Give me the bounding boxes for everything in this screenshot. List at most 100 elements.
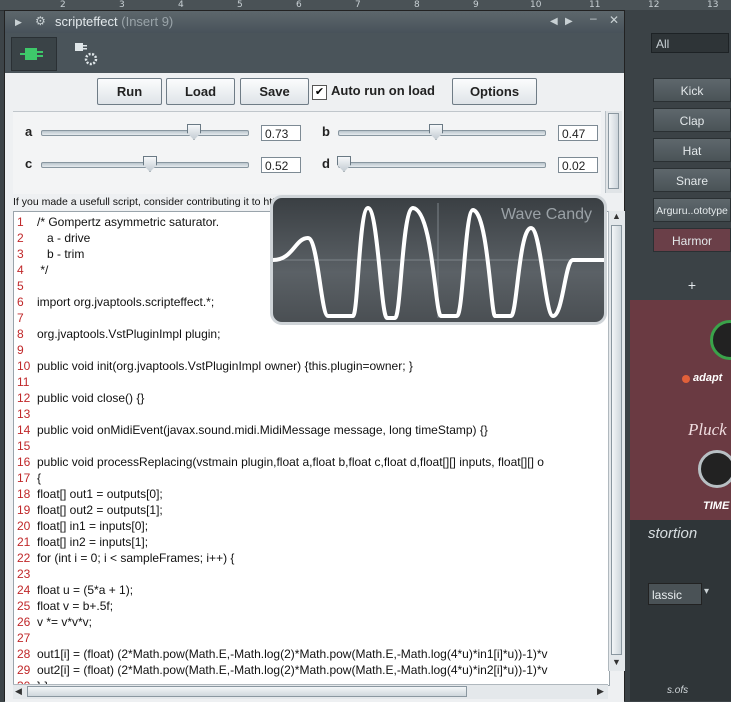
line-number: 13 [17, 407, 31, 421]
line-number: 12 [17, 391, 31, 405]
editor-vertical-scrollbar[interactable]: ▲ ▼ [608, 211, 625, 671]
line-number: 9 [17, 343, 24, 357]
plugin-window: ▶ ⚙ scripteffect (Insert 9) ◀ ▶ – ✕ Run [4, 10, 625, 702]
load-button[interactable]: Load [166, 78, 235, 105]
param-a-label: a [25, 124, 33, 139]
scroll-right-icon[interactable]: ▶ [597, 686, 604, 697]
options-button[interactable]: Options [452, 78, 537, 105]
channel-button-snare[interactable]: Snare [653, 168, 731, 192]
scroll-left-icon[interactable]: ◀ [15, 686, 22, 697]
param-b-value[interactable]: 0.47 [558, 125, 598, 141]
line-number: 20 [17, 519, 31, 533]
save-button[interactable]: Save [240, 78, 309, 105]
params-scrollbar[interactable] [605, 111, 622, 193]
line-number: 29 [17, 663, 31, 677]
code-line: out1[i] = (float) (2*Math.pow(Math.E,-Ma… [37, 647, 548, 661]
code-line: { [37, 471, 42, 485]
line-number: 22 [17, 551, 31, 565]
minimize-icon[interactable]: – [590, 11, 597, 25]
scripteffect-panel: Run Load Save ✔ Auto run on load Options… [5, 73, 625, 702]
scrollbar-thumb[interactable] [611, 225, 622, 655]
code-line: */ [37, 263, 49, 277]
time-knob[interactable] [698, 450, 731, 488]
ruler-tick: 9 [473, 0, 479, 10]
channel-button-harmor[interactable]: Harmor [653, 228, 731, 252]
next-arrow-icon[interactable]: ▶ [565, 16, 573, 27]
autorun-label: Auto run on load [331, 83, 435, 98]
autorun-checkbox[interactable]: ✔ [312, 85, 327, 100]
line-number: 15 [17, 439, 31, 453]
line-number: 4 [17, 263, 24, 277]
distortion-label: stortion [648, 525, 698, 542]
line-number: 10 [17, 359, 31, 373]
code-line: public void processReplacing(vstmain plu… [37, 455, 544, 469]
tab-plugin-editor[interactable] [11, 37, 57, 71]
scroll-down-icon[interactable]: ▼ [612, 657, 621, 667]
line-number: 6 [17, 295, 24, 309]
param-a-value[interactable]: 0.73 [261, 125, 301, 141]
ruler-tick: 13 [707, 0, 719, 10]
gear-plug-icon [75, 43, 98, 66]
param-a-slider[interactable] [41, 130, 249, 136]
knob[interactable] [710, 320, 731, 360]
line-number: 11 [17, 375, 30, 389]
code-line: b - trim [37, 247, 85, 261]
ruler-tick: 8 [414, 0, 420, 10]
line-number: 21 [17, 535, 31, 549]
run-button[interactable]: Run [97, 78, 162, 105]
scrollbar-thumb[interactable] [27, 686, 467, 697]
adapt-led-icon [682, 375, 690, 383]
ruler-tick: 3 [119, 0, 125, 10]
param-d-thumb[interactable] [337, 156, 351, 172]
oscilloscope-waveform [273, 203, 604, 320]
ruler-tick: 6 [296, 0, 302, 10]
ruler-tick: 4 [178, 0, 184, 10]
param-c-thumb[interactable] [143, 156, 157, 172]
param-b-thumb[interactable] [429, 124, 443, 140]
code-line: out2[i] = (float) (2*Math.pow(Math.E,-Ma… [37, 663, 548, 677]
ruler-tick: 7 [355, 0, 361, 10]
prev-arrow-icon[interactable]: ◀ [550, 16, 558, 27]
line-number: 26 [17, 615, 31, 629]
gear-icon[interactable]: ⚙ [35, 14, 46, 28]
expand-arrow-icon[interactable]: ▶ [15, 17, 22, 28]
plug-icon [20, 48, 43, 60]
close-icon[interactable]: ✕ [609, 13, 619, 27]
editor-horizontal-scrollbar[interactable]: ◀ ▶ [13, 684, 608, 699]
line-number: 23 [17, 567, 31, 581]
line-number: 25 [17, 599, 31, 613]
distortion-panel: stortion lassic ▾ s.ofs [630, 520, 731, 701]
scroll-up-icon[interactable]: ▲ [612, 211, 621, 221]
code-line: float v = b+.5f; [37, 599, 114, 613]
code-line: a - drive [37, 231, 91, 245]
window-titlebar[interactable]: ▶ ⚙ scripteffect (Insert 9) ◀ ▶ – ✕ [5, 11, 624, 33]
channel-button-clap[interactable]: Clap [653, 108, 731, 132]
line-number: 27 [17, 631, 31, 645]
line-number: 24 [17, 583, 31, 597]
param-d-slider[interactable] [338, 162, 546, 168]
line-number: 7 [17, 311, 24, 325]
channel-button-arguru[interactable]: Arguru..ototype [653, 198, 731, 222]
chevron-down-icon[interactable]: ▾ [704, 586, 709, 597]
channel-button-hat[interactable]: Hat [653, 138, 731, 162]
param-c-label: c [25, 156, 33, 171]
line-number: 16 [17, 455, 31, 469]
code-line: public void init(org.jvaptools.VstPlugin… [37, 359, 413, 373]
param-a-thumb[interactable] [187, 124, 201, 140]
add-channel-button[interactable]: + [653, 277, 731, 299]
code-line: float u = (5*a + 1); [37, 583, 134, 597]
channel-filter-dropdown[interactable]: All [651, 33, 729, 53]
param-d-value[interactable]: 0.02 [558, 157, 598, 173]
pluck-label: Pluck [688, 420, 727, 439]
line-number: 28 [17, 647, 31, 661]
tab-plugin-settings[interactable] [65, 37, 109, 69]
param-d-label: d [322, 156, 330, 171]
scrollbar-thumb[interactable] [608, 113, 619, 189]
parameter-sliders: a 0.73 b 0.47 c 0.52 d 0.02 [13, 111, 601, 194]
code-line: /* Gompertz asymmetric saturator. [37, 215, 220, 229]
param-c-value[interactable]: 0.52 [261, 157, 301, 173]
distortion-mode-select[interactable]: lassic [648, 583, 702, 605]
line-number: 3 [17, 247, 24, 261]
code-line: float[] in2 = inputs[1]; [37, 535, 149, 549]
channel-button-kick[interactable]: Kick [653, 78, 731, 102]
